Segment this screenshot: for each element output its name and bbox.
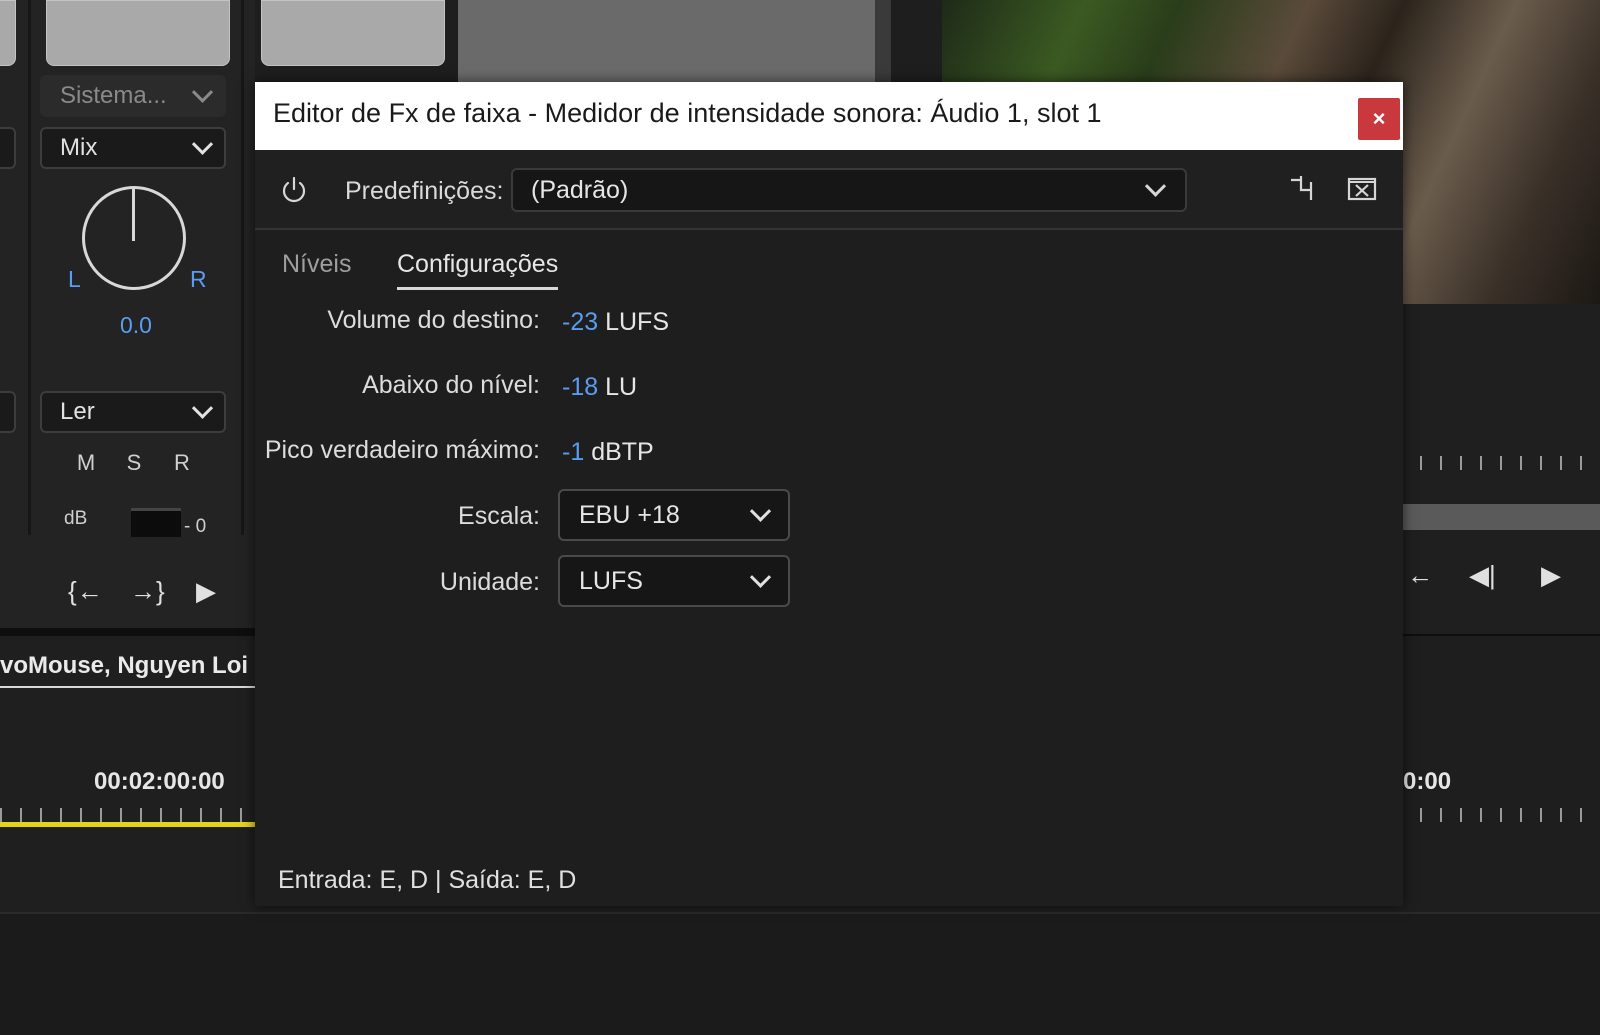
step-back-frame-icon[interactable]: ◀|: [1469, 560, 1496, 591]
below-level-value[interactable]: -18: [562, 373, 598, 401]
mute-solo-record: MSR: [62, 450, 206, 476]
audio-mixer-panel: Sistema... Mix L R 0.0 Ler MSR dB - 0 {←…: [0, 0, 255, 635]
go-to-in-icon[interactable]: {←: [68, 576, 103, 607]
automation-mode-value: Ler: [60, 398, 95, 425]
sequence-tab[interactable]: voMouse, Nguyen Loi: [0, 652, 248, 680]
mixer-panel-area: [458, 0, 890, 82]
unit-dropdown[interactable]: LUFS: [558, 555, 790, 607]
step-back-icon[interactable]: ←: [1407, 560, 1433, 591]
chevron-down-icon: [749, 500, 772, 522]
bottom-panel: [0, 912, 1600, 1035]
below-level-unit: LU: [605, 373, 638, 401]
scale-label: Escala:: [458, 502, 540, 530]
dialog-title: Editor de Fx de faixa - Medidor de inten…: [273, 98, 1102, 128]
program-scrollbar[interactable]: [1403, 504, 1600, 530]
scrollbar[interactable]: [875, 0, 891, 82]
chevron-down-icon: [749, 566, 772, 588]
mixer-slot-button[interactable]: [46, 0, 230, 66]
unit-dropdown-value: LUFS: [579, 566, 643, 595]
program-monitor-controls: ← ◀| ▶: [1403, 304, 1600, 634]
play-icon[interactable]: ▶: [1541, 560, 1561, 591]
pan-knob[interactable]: [82, 186, 186, 290]
sequence-tab-underline: [0, 686, 255, 688]
close-icon: ×: [1372, 106, 1386, 131]
timeline-panel: voMouse, Nguyen Loi 00:02:00:00: [0, 640, 255, 915]
presets-dropdown-value: (Padrão): [531, 175, 629, 204]
record-button[interactable]: R: [158, 450, 206, 476]
max-true-peak-unit: dBTP: [591, 438, 654, 466]
mix-dropdown[interactable]: Mix: [40, 127, 226, 169]
fx-toolbar: Predefinições: (Padrão): [255, 150, 1403, 230]
timeline-timecode: 00:02:00:00: [94, 768, 225, 795]
input-dropdown[interactable]: Sistema...: [40, 75, 226, 117]
go-to-out-icon[interactable]: →}: [130, 576, 165, 607]
program-ruler[interactable]: [1420, 456, 1600, 470]
track-fx-editor-dialog: Editor de Fx de faixa - Medidor de inten…: [255, 82, 1403, 906]
input-dropdown-value: Sistema...: [60, 82, 167, 109]
adjacent-dropdown[interactable]: [0, 391, 16, 433]
mix-dropdown-value: Mix: [60, 134, 98, 161]
max-true-peak-field: -1 dBTP: [562, 438, 654, 467]
pan-value[interactable]: 0.0: [120, 312, 152, 339]
program-time-ruler[interactable]: [1420, 808, 1600, 822]
io-channels-status: Entrada: E, D | Saída: E, D: [278, 866, 577, 894]
time-ruler[interactable]: [0, 808, 255, 822]
tab-levels[interactable]: Níveis: [282, 250, 351, 287]
max-true-peak-value[interactable]: -1: [562, 438, 584, 466]
fx-tabs: Níveis Configurações: [255, 228, 1403, 298]
pan-left-label: L: [68, 266, 81, 292]
meter-zero-label: - 0: [184, 516, 207, 537]
automation-mode-dropdown[interactable]: Ler: [40, 391, 226, 433]
presets-dropdown[interactable]: (Padrão): [511, 168, 1187, 212]
target-volume-value[interactable]: -23: [562, 308, 598, 336]
target-volume-field: -23 LUFS: [562, 308, 669, 337]
chevron-down-icon: [191, 133, 214, 155]
mute-button[interactable]: M: [62, 450, 110, 476]
mixer-slot-button[interactable]: [0, 0, 16, 66]
scale-dropdown[interactable]: EBU +18: [558, 489, 790, 541]
dialog-titlebar[interactable]: Editor de Fx de faixa - Medidor de inten…: [255, 82, 1403, 150]
delete-preset-icon[interactable]: [1345, 172, 1379, 206]
below-level-label: Abaixo do nível:: [362, 371, 540, 399]
pan-right-label: R: [190, 266, 207, 292]
db-label: dB: [64, 508, 88, 529]
scale-dropdown-value: EBU +18: [579, 500, 680, 529]
work-area-bar[interactable]: [0, 822, 255, 827]
tab-settings[interactable]: Configurações: [397, 250, 559, 290]
target-volume-unit: LUFS: [605, 308, 669, 336]
program-timecode: 0:00: [1403, 768, 1452, 795]
unit-label: Unidade:: [439, 568, 540, 596]
target-volume-label: Volume do destino:: [327, 306, 540, 334]
chevron-down-icon: [1144, 175, 1167, 197]
channel-divider: [241, 0, 244, 535]
channel-divider: [28, 0, 31, 535]
presets-label: Predefinições:: [345, 177, 504, 205]
power-icon[interactable]: [280, 176, 308, 204]
preset-tree-icon[interactable]: [1285, 172, 1319, 206]
max-true-peak-label: Pico verdadeiro máximo:: [264, 436, 540, 464]
adjacent-dropdown[interactable]: [0, 127, 16, 169]
chevron-down-icon: [191, 81, 214, 103]
below-level-field: -18 LU: [562, 373, 637, 402]
level-meter: [131, 508, 181, 537]
chevron-down-icon: [191, 397, 214, 419]
play-icon[interactable]: ▶: [196, 576, 216, 607]
solo-button[interactable]: S: [110, 450, 158, 476]
close-button[interactable]: ×: [1358, 98, 1400, 140]
mixer-slot-button[interactable]: [261, 0, 445, 66]
